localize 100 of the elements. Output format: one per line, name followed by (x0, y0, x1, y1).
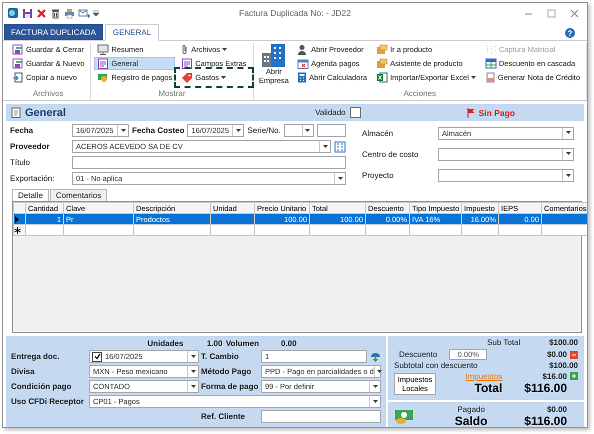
caret-icon (372, 400, 378, 404)
dropdown-arrow-icon (470, 76, 476, 80)
value-text: Descuento (399, 350, 438, 360)
balance-value: $116.00 (524, 414, 567, 427)
mail-icon[interactable] (78, 8, 90, 18)
dropdown-arrow-icon[interactable] (93, 10, 99, 16)
caret-icon (566, 174, 570, 178)
refresh-icon[interactable] (370, 351, 381, 362)
caret-icon (566, 131, 570, 136)
paperclip-icon (181, 44, 190, 55)
form-icon (97, 58, 110, 69)
field-label: Centro de costo (362, 150, 420, 159)
dropdown-arrow-icon (222, 48, 228, 52)
total-value: $116.00 (524, 380, 568, 395)
save-icon (12, 58, 24, 69)
maximize-icon[interactable] (547, 8, 556, 18)
number-field[interactable] (316, 124, 346, 137)
field-label: T. Cambio (201, 352, 240, 361)
save-icon[interactable] (22, 8, 33, 18)
status-label: Sin Pago (478, 108, 515, 118)
field-label: Uso CFDi Receptor (11, 397, 85, 406)
caret-icon (566, 152, 570, 156)
flag-icon (466, 108, 475, 118)
calculator-icon (297, 72, 308, 83)
tab[interactable]: Detalle (12, 189, 49, 201)
money-icon (394, 408, 414, 424)
field-label: Serie/No. (247, 126, 281, 135)
value-text: $100.00 (548, 338, 578, 349)
caret-icon (372, 384, 378, 388)
total-label: Total (474, 380, 502, 395)
series-dropdown[interactable] (284, 124, 314, 137)
field-label: Forma de pago (201, 382, 259, 391)
monitor-icon (97, 44, 110, 55)
field-label: Título (10, 158, 32, 167)
field-label: Método Pago (201, 367, 252, 376)
value-text: Sub Total (486, 338, 520, 349)
field-label: Proveedor (10, 142, 51, 151)
value-text: 1.00 (206, 339, 222, 348)
close-icon[interactable] (36, 8, 47, 18)
plus-icon[interactable] (570, 372, 578, 380)
money-icon (97, 72, 110, 83)
checkbox[interactable] (92, 352, 102, 362)
grid-icon (484, 44, 497, 55)
app-icon (7, 7, 19, 19)
cost-center-dropdown[interactable] (438, 148, 574, 161)
close-icon[interactable] (570, 8, 579, 18)
value-text: $0.00 (546, 350, 567, 360)
project-dropdown[interactable] (438, 169, 574, 182)
value-text: $0.00 (546, 405, 567, 414)
group-label: Archivos (32, 89, 65, 100)
reference-field[interactable] (261, 410, 381, 423)
field-label: Fecha (10, 126, 34, 135)
value-text: Pagado (457, 405, 485, 414)
spreadsheet-icon (376, 72, 388, 83)
section-title: General (25, 106, 66, 118)
value-text: $16.00 (542, 372, 567, 381)
field-label: Divisa (11, 367, 36, 376)
caret-icon (120, 128, 126, 132)
field-label: Condición pago (11, 382, 72, 391)
box-icon (376, 58, 388, 69)
field-label: Unidades (147, 339, 184, 348)
tab[interactable]: Comentarios (50, 189, 108, 201)
trash-icon[interactable] (50, 8, 61, 18)
row-pointer-icon (14, 216, 20, 222)
checkbox-label: Validado (315, 108, 346, 117)
calendar-icon (297, 58, 310, 69)
new-row-icon (14, 226, 21, 234)
field-label: Proyecto (362, 171, 395, 180)
caret-icon (338, 176, 342, 180)
table-icon (484, 58, 497, 69)
group-label: Mostrar (157, 89, 187, 100)
document-icon (11, 107, 21, 118)
form-icon (181, 58, 194, 69)
value-text: 0.00 (280, 339, 298, 348)
printer-icon[interactable] (64, 8, 75, 18)
save-icon (12, 44, 24, 55)
caret-icon (377, 370, 382, 374)
grid-icon[interactable] (334, 140, 346, 152)
checkbox[interactable] (350, 107, 361, 118)
file-tab[interactable]: FACTURA DUPLICADA (4, 24, 103, 40)
field-label: Fecha Costeo (132, 126, 184, 135)
document-icon (484, 72, 496, 83)
caret-icon (236, 128, 241, 132)
field-label: Entrega doc. (11, 352, 60, 361)
field-label: Ref. Cliente (201, 412, 246, 421)
group-label: Acciones (402, 89, 437, 100)
minus-icon[interactable] (570, 350, 578, 359)
value-text: $100.00 (548, 361, 578, 372)
field-label: Almacén (362, 128, 394, 138)
building-icon (260, 43, 287, 67)
help-button[interactable]: ? (565, 28, 575, 38)
caret-icon (190, 370, 196, 374)
window-title: Factura Duplicada No: - JD22 (239, 8, 351, 18)
balance-label: Saldo (454, 414, 488, 427)
title-field[interactable] (72, 156, 346, 169)
caret-icon (190, 384, 196, 388)
ribbon-tab[interactable]: GENERAL (104, 24, 160, 41)
dropdown-arrow-icon (221, 76, 226, 80)
value-text: Subtotal con descuento (394, 361, 478, 370)
tag-icon (181, 72, 194, 83)
